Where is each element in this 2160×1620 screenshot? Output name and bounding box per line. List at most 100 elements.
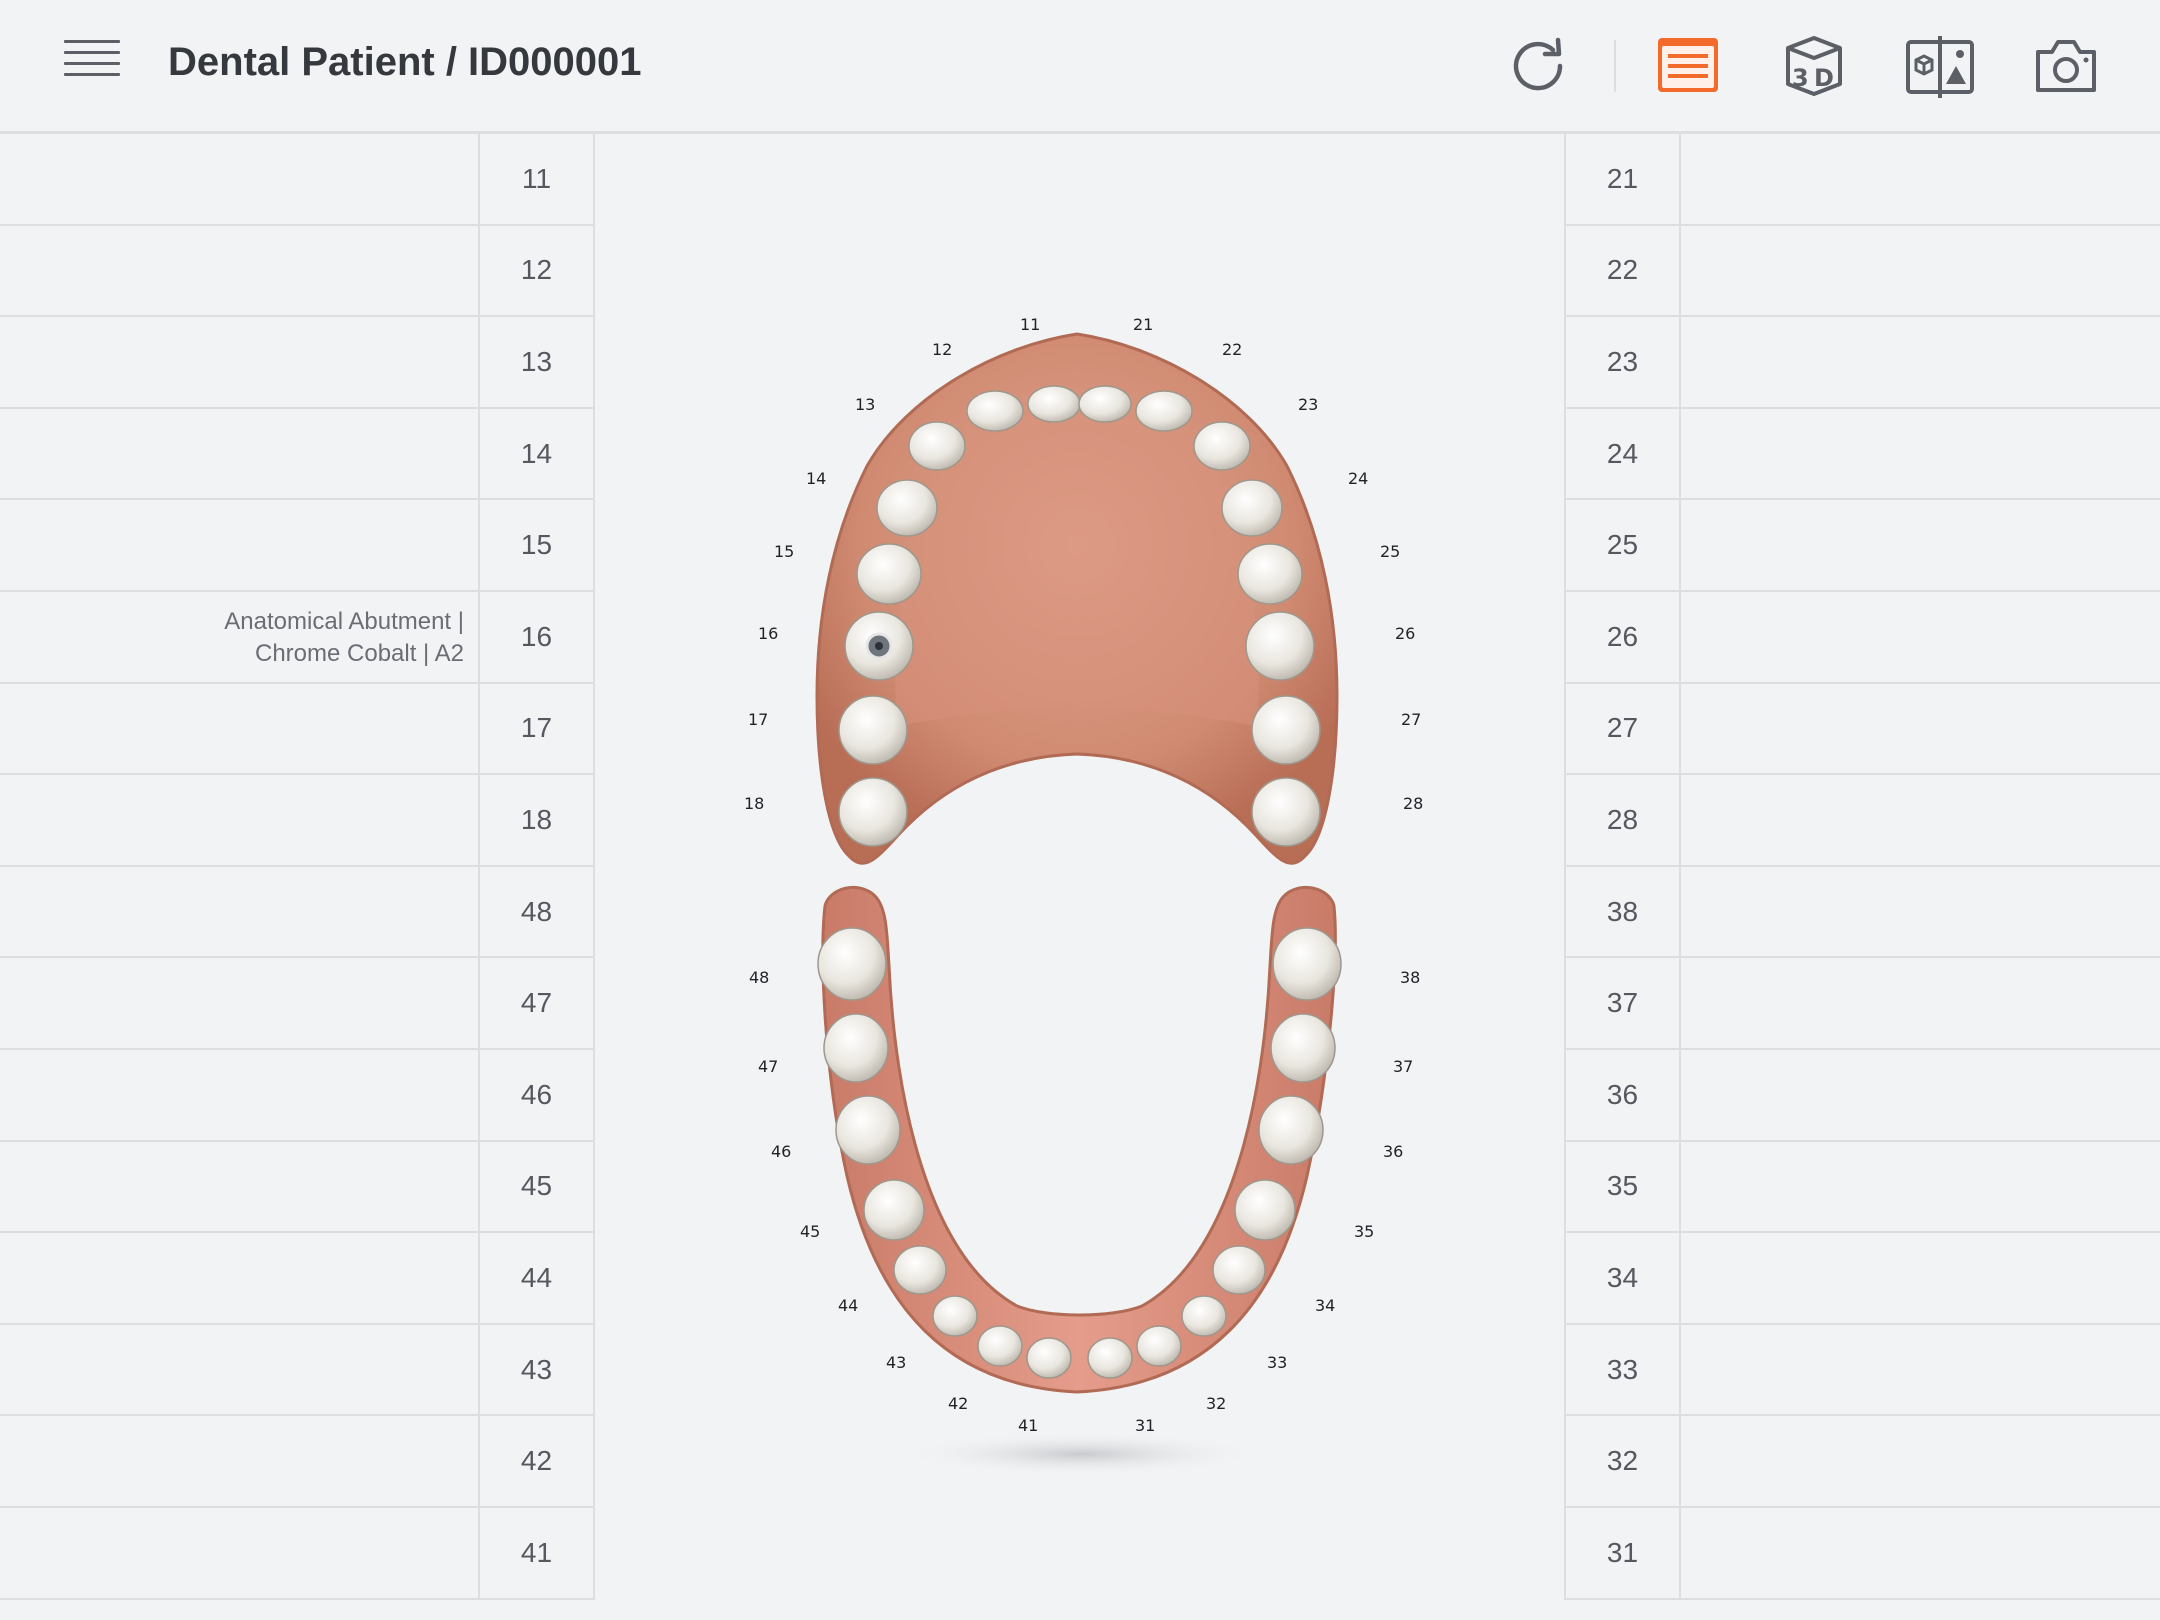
tooth-number-cell[interactable]: 34	[1566, 1233, 1679, 1325]
tooth-description-cell[interactable]	[1681, 134, 2160, 226]
tooth-number-cell[interactable]: 16	[480, 592, 593, 684]
tooth-45[interactable]	[863, 1179, 925, 1241]
tooth-description-cell[interactable]	[1681, 317, 2160, 409]
tooth-description-cell[interactable]	[1681, 958, 2160, 1050]
tooth-description-cell[interactable]	[0, 867, 478, 959]
tooth-description-cell[interactable]	[1681, 775, 2160, 867]
tooth-number-cell[interactable]: 17	[480, 684, 593, 776]
tooth-number-cell[interactable]: 44	[480, 1233, 593, 1325]
tooth-32[interactable]	[1136, 1325, 1182, 1367]
tooth-number-cell[interactable]: 32	[1566, 1416, 1679, 1508]
tooth-description-cell[interactable]	[0, 134, 478, 226]
tooth-description-cell[interactable]	[0, 1508, 478, 1600]
list-view-icon[interactable]	[1652, 30, 1724, 102]
tooth-number-cell[interactable]: 37	[1566, 958, 1679, 1050]
tooth-42[interactable]	[977, 1325, 1023, 1367]
tooth-number-cell[interactable]: 22	[1566, 226, 1679, 318]
tooth-number-cell[interactable]: 31	[1566, 1508, 1679, 1600]
tooth-number-cell[interactable]: 47	[480, 958, 593, 1050]
tooth-47[interactable]	[823, 1013, 889, 1083]
tooth-15[interactable]	[856, 543, 922, 605]
tooth-number-cell[interactable]: 27	[1566, 684, 1679, 776]
tooth-number-cell[interactable]: 41	[480, 1508, 593, 1600]
tooth-description-cell[interactable]	[0, 1325, 478, 1417]
tooth-description-cell[interactable]	[0, 1050, 478, 1142]
tooth-13[interactable]	[908, 421, 966, 471]
tooth-number-cell[interactable]: 38	[1566, 867, 1679, 959]
tooth-36[interactable]	[1258, 1095, 1324, 1165]
tooth-number-cell[interactable]: 33	[1566, 1325, 1679, 1417]
tooth-46[interactable]	[835, 1095, 901, 1165]
tooth-48[interactable]	[817, 927, 887, 1001]
tooth-description-cell[interactable]	[1681, 500, 2160, 592]
tooth-description-cell[interactable]	[0, 775, 478, 867]
tooth-description-cell[interactable]	[0, 1142, 478, 1234]
tooth-21[interactable]	[1078, 385, 1132, 423]
tooth-number-cell[interactable]: 43	[480, 1325, 593, 1417]
tooth-number-cell[interactable]: 35	[1566, 1142, 1679, 1234]
tooth-description-cell[interactable]	[0, 226, 478, 318]
tooth-number-cell[interactable]: 23	[1566, 317, 1679, 409]
tooth-description-cell[interactable]	[1681, 1050, 2160, 1142]
tooth-17[interactable]	[838, 695, 908, 765]
tooth-23[interactable]	[1193, 421, 1251, 471]
tooth-35[interactable]	[1234, 1179, 1296, 1241]
tooth-number-cell[interactable]: 36	[1566, 1050, 1679, 1142]
model-image-compare-icon[interactable]	[1904, 30, 1976, 102]
tooth-27[interactable]	[1251, 695, 1321, 765]
tooth-34[interactable]	[1212, 1245, 1266, 1295]
tooth-number-cell[interactable]: 42	[480, 1416, 593, 1508]
tooth-number-cell[interactable]: 28	[1566, 775, 1679, 867]
tooth-18[interactable]	[838, 777, 908, 847]
tooth-description-cell[interactable]	[0, 409, 478, 501]
tooth-37[interactable]	[1270, 1013, 1336, 1083]
tooth-16[interactable]	[844, 611, 914, 681]
tooth-31[interactable]	[1087, 1337, 1133, 1379]
tooth-description-cell[interactable]	[1681, 1416, 2160, 1508]
tooth-38[interactable]	[1272, 927, 1342, 1001]
tooth-14[interactable]	[876, 479, 938, 537]
tooth-description-cell[interactable]	[0, 1233, 478, 1325]
tooth-number-cell[interactable]: 25	[1566, 500, 1679, 592]
tooth-number-cell[interactable]: 46	[480, 1050, 593, 1142]
tooth-11[interactable]	[1027, 385, 1081, 423]
tooth-number-cell[interactable]: 13	[480, 317, 593, 409]
tooth-description-cell[interactable]	[1681, 867, 2160, 959]
tooth-description-cell[interactable]	[0, 684, 478, 776]
tooth-number-cell[interactable]: 15	[480, 500, 593, 592]
tooth-24[interactable]	[1221, 479, 1283, 537]
tooth-22[interactable]	[1135, 390, 1193, 432]
tooth-description-cell[interactable]	[1681, 684, 2160, 776]
tooth-number-cell[interactable]: 45	[480, 1142, 593, 1234]
tooth-41[interactable]	[1026, 1337, 1072, 1379]
dental-chart[interactable]: 11 12 13 14 15 16 17 18 21 22 23 24 25 26 27 28 31 32 33 34…	[597, 136, 1562, 1620]
tooth-description-cell[interactable]	[1681, 409, 2160, 501]
tooth-description-cell[interactable]	[0, 1416, 478, 1508]
tooth-43[interactable]	[932, 1295, 978, 1337]
3d-view-icon[interactable]: 3D	[1778, 30, 1850, 102]
tooth-44[interactable]	[893, 1245, 947, 1295]
tooth-description-cell[interactable]	[1681, 1142, 2160, 1234]
tooth-number-cell[interactable]: 24	[1566, 409, 1679, 501]
tooth-12[interactable]	[966, 390, 1024, 432]
tooth-number-cell[interactable]: 26	[1566, 592, 1679, 684]
tooth-description-cell[interactable]	[1681, 1325, 2160, 1417]
tooth-number-cell[interactable]: 21	[1566, 134, 1679, 226]
tooth-number-cell[interactable]: 12	[480, 226, 593, 318]
tooth-description-cell[interactable]	[1681, 226, 2160, 318]
tooth-28[interactable]	[1251, 777, 1321, 847]
tooth-description-cell[interactable]	[1681, 592, 2160, 684]
tooth-description-cell[interactable]	[1681, 1508, 2160, 1600]
tooth-number-cell[interactable]: 18	[480, 775, 593, 867]
tooth-33[interactable]	[1181, 1295, 1227, 1337]
hamburger-menu-icon[interactable]	[64, 40, 120, 92]
tooth-description-cell[interactable]	[0, 500, 478, 592]
tooth-description-cell[interactable]: Anatomical Abutment | Chrome Cobalt | A2	[0, 592, 478, 684]
camera-icon[interactable]	[2030, 30, 2102, 102]
tooth-number-cell[interactable]: 14	[480, 409, 593, 501]
tooth-number-cell[interactable]: 11	[480, 134, 593, 226]
tooth-description-cell[interactable]	[0, 958, 478, 1050]
refresh-icon[interactable]	[1502, 30, 1574, 102]
tooth-description-cell[interactable]	[1681, 1233, 2160, 1325]
tooth-description-cell[interactable]	[0, 317, 478, 409]
